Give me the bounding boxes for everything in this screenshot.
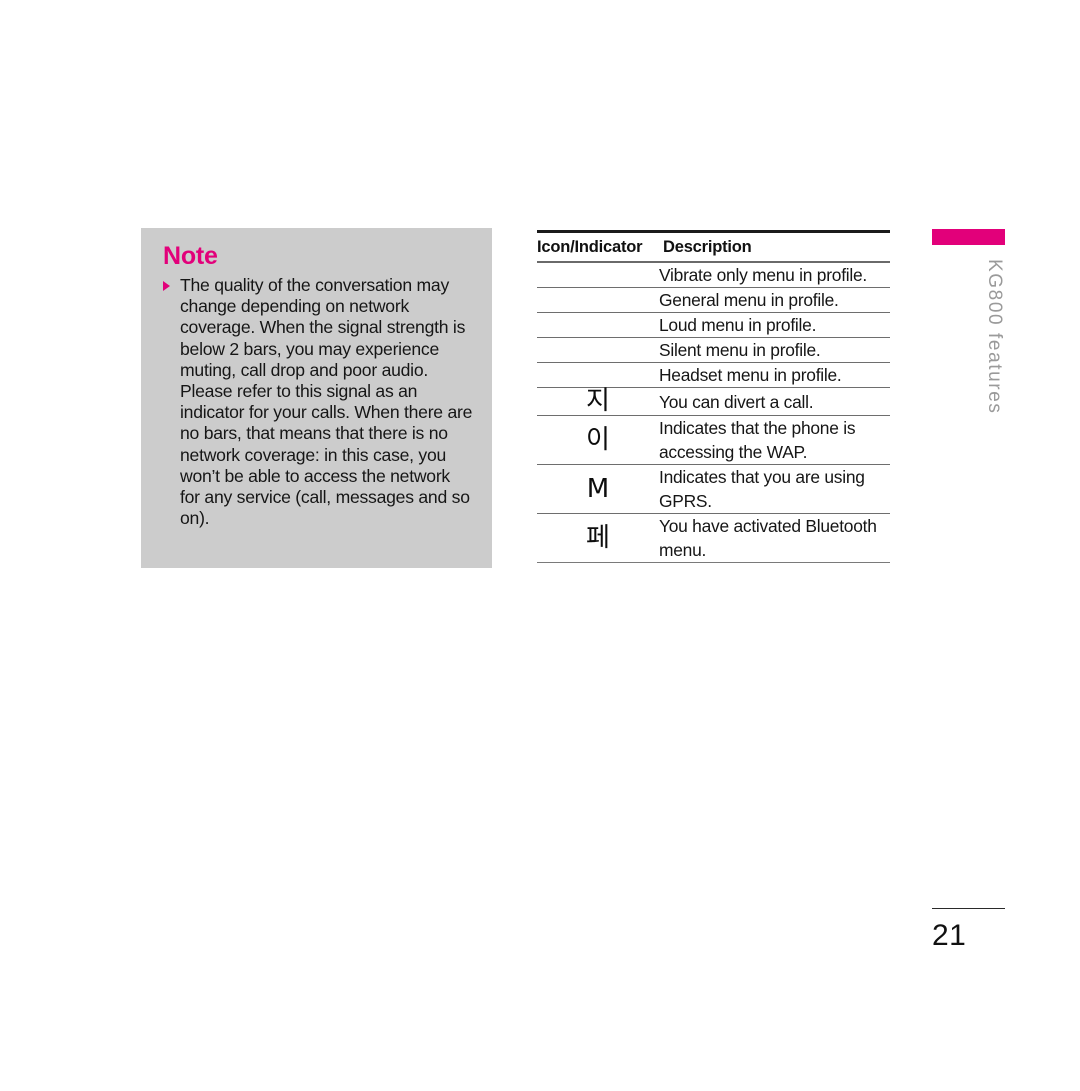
table-header-row: Icon/Indicator Description xyxy=(537,230,890,263)
wap-access-indicator-icon: 이 xyxy=(537,415,659,466)
table-row: M Indicates that you are using GPRS. xyxy=(537,464,890,515)
table-cell-description: Vibrate only menu in profile. xyxy=(659,262,890,288)
page-number-rule xyxy=(932,908,1005,909)
vibrate-only-indicator-icon xyxy=(537,262,659,288)
table-body: Vibrate only menu in profile. General me… xyxy=(537,262,890,564)
note-body: The quality of the conversation may chan… xyxy=(163,275,474,529)
table-cell-description: Indicates that you are using GPRS. xyxy=(659,464,890,515)
table-cell-description: General menu in profile. xyxy=(659,287,890,313)
table-cell-description: You have activated Bluetooth menu. xyxy=(659,513,890,564)
bluetooth-indicator-icon: 페 xyxy=(537,513,659,564)
headset-profile-indicator-icon xyxy=(537,362,659,388)
note-title: Note xyxy=(163,242,218,270)
loud-profile-indicator-icon xyxy=(537,312,659,338)
note-body-text: The quality of the conversation may chan… xyxy=(180,275,473,529)
table-cell-description: Loud menu in profile. xyxy=(659,312,890,338)
silent-profile-indicator-icon xyxy=(537,337,659,363)
table-cell-description: Headset menu in profile. xyxy=(659,362,890,388)
icon-indicator-table: Icon/Indicator Description Vibrate only … xyxy=(537,230,890,564)
chapter-tab-accent-bar xyxy=(932,229,1005,245)
manual-page: Note The quality of the conversation may… xyxy=(0,0,1080,1091)
table-row: 이 Indicates that the phone is accessing … xyxy=(537,415,890,466)
table-row: 지 You can divert a call. xyxy=(537,387,890,417)
table-header: Icon/Indicator Description xyxy=(537,230,890,263)
page-footer: 21 xyxy=(932,908,1005,951)
chapter-side-tab: KG800 features xyxy=(932,229,1005,414)
page-number: 21 xyxy=(932,919,967,952)
table-row: Loud menu in profile. xyxy=(537,312,890,338)
column-header-icon: Icon/Indicator xyxy=(537,230,659,263)
call-divert-indicator-icon: 지 xyxy=(537,387,659,417)
general-profile-indicator-icon xyxy=(537,287,659,313)
table-row: Silent menu in profile. xyxy=(537,337,890,363)
table-cell-description: Indicates that the phone is accessing th… xyxy=(659,415,890,466)
table-row: Headset menu in profile. xyxy=(537,362,890,388)
gprs-indicator-icon: M xyxy=(537,464,659,515)
icon-indicator-table-wrap: Icon/Indicator Description Vibrate only … xyxy=(537,230,890,564)
table-cell-description: You can divert a call. xyxy=(659,387,890,417)
table-cell-description: Silent menu in profile. xyxy=(659,337,890,363)
triangle-right-icon xyxy=(163,281,170,291)
table-row: General menu in profile. xyxy=(537,287,890,313)
table-row: Vibrate only menu in profile. xyxy=(537,262,890,288)
table-row: 페 You have activated Bluetooth menu. xyxy=(537,513,890,564)
note-callout-box: Note The quality of the conversation may… xyxy=(141,228,492,568)
column-header-description: Description xyxy=(659,230,890,263)
chapter-tab-label: KG800 features xyxy=(984,259,1005,415)
